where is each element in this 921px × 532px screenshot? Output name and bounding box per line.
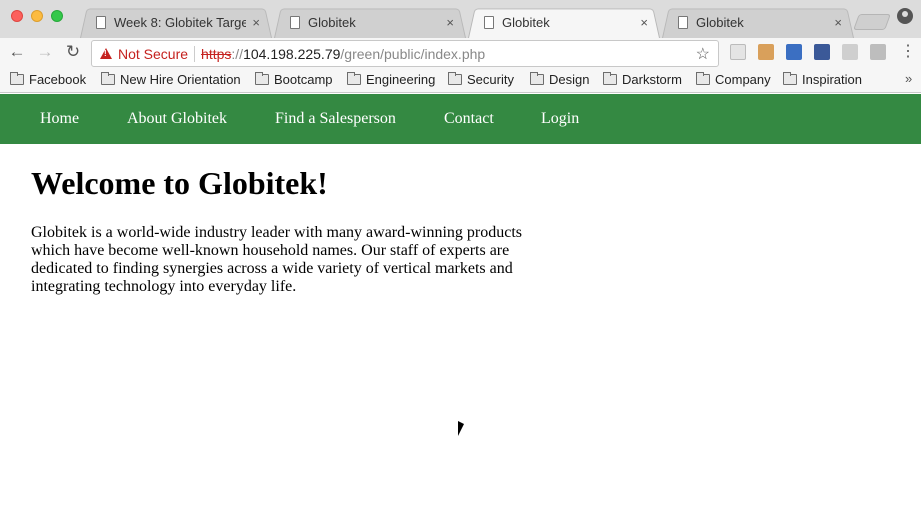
reload-button[interactable]: ↻ bbox=[63, 42, 83, 62]
folder-icon bbox=[448, 72, 462, 85]
browser-tab-strip: Week 8: Globitek Targets × Globitek × Gl… bbox=[0, 0, 921, 39]
nav-link-find-salesperson[interactable]: Find a Salesperson bbox=[275, 110, 396, 128]
bookmark-label: Bootcamp bbox=[274, 72, 333, 87]
url-host: 104.198.225.79 bbox=[243, 45, 341, 62]
bookmark-company[interactable]: Company bbox=[696, 72, 771, 87]
url-scheme: https bbox=[201, 45, 232, 62]
bookmark-security[interactable]: Security bbox=[448, 72, 514, 87]
tab-title: Globitek bbox=[696, 14, 744, 30]
folder-icon bbox=[530, 72, 544, 85]
intro-paragraph: Globitek is a world-wide industry leader… bbox=[31, 224, 522, 295]
security-status[interactable]: Not Secure bbox=[118, 46, 188, 62]
extension-gear-icon[interactable] bbox=[730, 44, 746, 60]
folder-icon bbox=[255, 72, 269, 85]
close-tab-icon[interactable]: × bbox=[640, 15, 648, 30]
browser-tab-globitek-3[interactable]: Globitek × bbox=[662, 6, 854, 39]
bookmark-label: Company bbox=[715, 72, 771, 87]
mouse-cursor-icon bbox=[458, 421, 464, 436]
nav-link-about[interactable]: About Globitek bbox=[127, 110, 227, 128]
bookmarks-overflow-button[interactable]: » bbox=[905, 71, 912, 86]
extension-bookmark-icon[interactable] bbox=[786, 44, 802, 60]
folder-icon bbox=[10, 72, 24, 85]
extension-facebook-grey-icon[interactable] bbox=[842, 44, 858, 60]
folder-icon bbox=[603, 72, 617, 85]
bookmark-darkstorm[interactable]: Darkstorm bbox=[603, 72, 682, 87]
url-path: /green/public/index.php bbox=[340, 45, 486, 62]
page-icon bbox=[678, 15, 688, 29]
extension-facebook-icon[interactable] bbox=[814, 44, 830, 60]
bookmark-label: Design bbox=[549, 72, 590, 87]
bookmark-facebook[interactable]: Facebook bbox=[10, 72, 86, 87]
page-icon bbox=[484, 15, 494, 29]
extension-character-icon[interactable] bbox=[758, 44, 774, 60]
bookmark-star-icon[interactable]: ☆ bbox=[696, 44, 710, 64]
bookmark-new-hire-orientation[interactable]: New Hire Orientation bbox=[101, 72, 241, 87]
close-tab-icon[interactable]: × bbox=[446, 15, 454, 30]
bookmarks-bar: Facebook New Hire Orientation Bootcamp E… bbox=[0, 68, 921, 93]
nav-link-login[interactable]: Login bbox=[541, 110, 579, 128]
page-icon bbox=[96, 15, 106, 29]
bookmark-label: Facebook bbox=[29, 72, 87, 87]
bookmark-label: Engineering bbox=[366, 72, 436, 87]
url-separator: :// bbox=[231, 45, 244, 62]
extension-f-icon[interactable] bbox=[870, 44, 886, 60]
close-tab-icon[interactable]: × bbox=[834, 15, 842, 30]
tab-title: Week 8: Globitek Targets bbox=[114, 14, 247, 30]
close-tab-icon[interactable]: × bbox=[252, 15, 260, 30]
nav-link-home[interactable]: Home bbox=[40, 110, 79, 128]
maximize-window-button[interactable] bbox=[51, 10, 63, 22]
nav-link-contact[interactable]: Contact bbox=[444, 110, 494, 128]
browser-toolbar: ← → ↻ Not Secure https :// 104.198.225.7… bbox=[0, 38, 921, 68]
warning-icon bbox=[100, 48, 112, 59]
folder-icon bbox=[101, 72, 115, 85]
browser-menu-icon[interactable]: ⋮ bbox=[900, 43, 916, 61]
page-heading: Welcome to Globitek! bbox=[31, 165, 328, 201]
bookmark-design[interactable]: Design bbox=[530, 72, 589, 87]
bookmark-label: Inspiration bbox=[802, 72, 862, 87]
forward-button[interactable]: → bbox=[35, 42, 55, 62]
new-tab-button[interactable] bbox=[853, 14, 891, 30]
tab-title: Globitek bbox=[502, 14, 550, 30]
back-button[interactable]: ← bbox=[7, 42, 27, 62]
folder-icon bbox=[783, 72, 797, 85]
browser-tab-week8[interactable]: Week 8: Globitek Targets × bbox=[80, 6, 272, 39]
folder-icon bbox=[696, 72, 710, 85]
address-bar[interactable]: Not Secure https :// 104.198.225.79 /gre… bbox=[91, 40, 719, 67]
bookmark-label: Darkstorm bbox=[622, 72, 682, 87]
bookmark-label: Security bbox=[467, 72, 514, 87]
site-nav-bar: Home About Globitek Find a Salesperson C… bbox=[0, 94, 921, 144]
tab-title: Globitek bbox=[308, 14, 356, 30]
bookmark-bootcamp[interactable]: Bootcamp bbox=[255, 72, 333, 87]
browser-tab-globitek-1[interactable]: Globitek × bbox=[274, 6, 466, 39]
divider bbox=[194, 45, 196, 62]
close-window-button[interactable] bbox=[11, 10, 23, 22]
bookmark-engineering[interactable]: Engineering bbox=[347, 72, 435, 87]
profile-icon[interactable] bbox=[897, 8, 913, 24]
bookmark-inspiration[interactable]: Inspiration bbox=[783, 72, 862, 87]
folder-icon bbox=[347, 72, 361, 85]
page-icon bbox=[290, 15, 300, 29]
browser-tab-globitek-active[interactable]: Globitek × bbox=[468, 6, 660, 39]
main-content: Welcome to Globitek! Globitek is a world… bbox=[31, 162, 531, 296]
bookmark-label: New Hire Orientation bbox=[120, 72, 241, 87]
minimize-window-button[interactable] bbox=[31, 10, 43, 22]
